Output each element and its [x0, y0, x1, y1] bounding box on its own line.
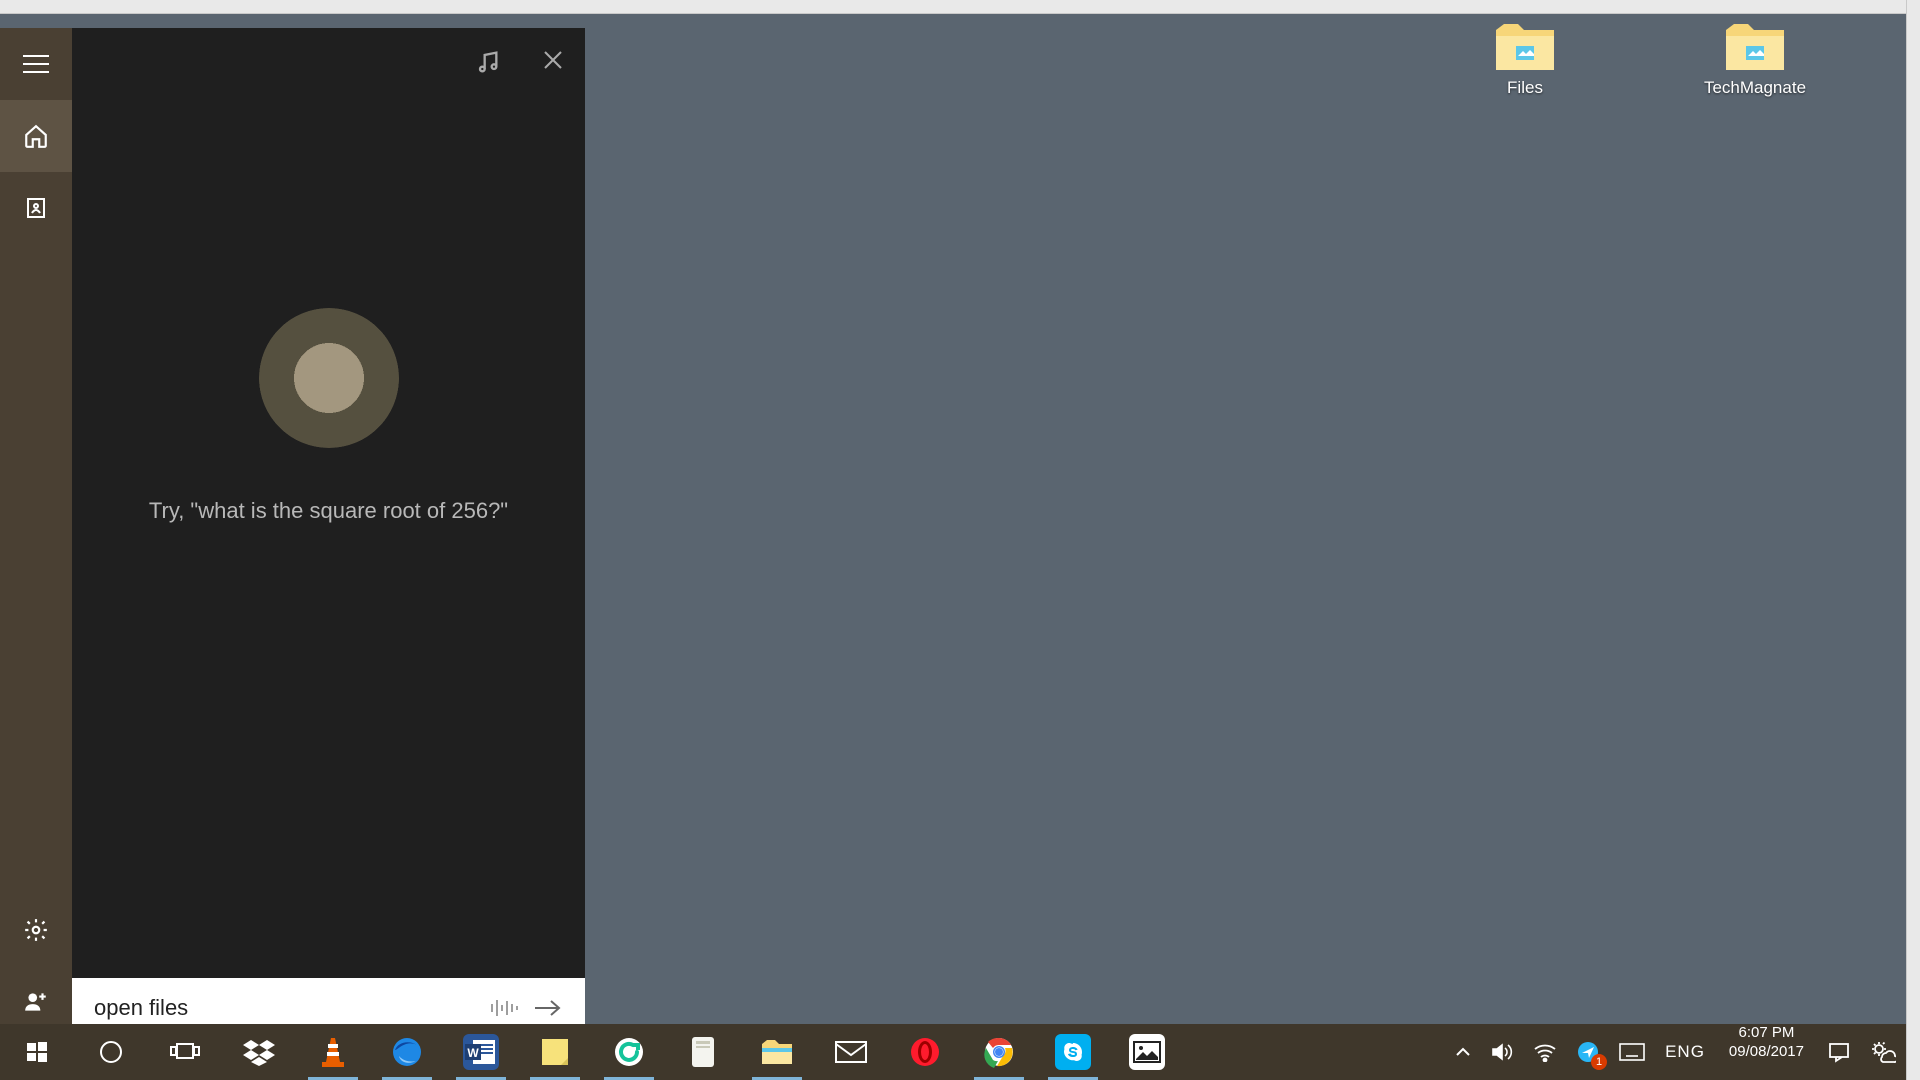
tray-badge: 1 [1591, 1054, 1607, 1070]
edge-taskbar-icon[interactable] [370, 1024, 444, 1080]
taskbar: W [0, 1024, 1906, 1080]
tray-overflow-icon[interactable] [1445, 1024, 1481, 1080]
photos-taskbar-icon[interactable] [1110, 1024, 1184, 1080]
cortana-listening-ring-icon [259, 308, 399, 448]
start-button[interactable] [0, 1024, 74, 1080]
cortana-body: Try, "what is the square root of 256?" [72, 28, 585, 1038]
cortana-panel: Try, "what is the square root of 256?" [0, 28, 585, 1038]
notebook-icon[interactable] [0, 172, 72, 244]
desktop-icon-label: TechMagnate [1700, 78, 1810, 98]
sticky-notes-taskbar-icon[interactable] [518, 1024, 592, 1080]
clock-time: 6:07 PM [1729, 1024, 1804, 1043]
file-explorer-taskbar-icon[interactable] [740, 1024, 814, 1080]
cortana-hint-text: Try, "what is the square root of 256?" [149, 498, 508, 524]
cortana-taskbar-icon[interactable] [74, 1024, 148, 1080]
svg-text:W: W [467, 1046, 479, 1060]
word-taskbar-icon[interactable]: W [444, 1024, 518, 1080]
opera-taskbar-icon[interactable] [888, 1024, 962, 1080]
cortana-rail [0, 28, 72, 1038]
desktop-folder-files[interactable]: Files [1470, 22, 1580, 98]
settings-icon[interactable] [0, 894, 72, 966]
music-search-icon[interactable] [473, 48, 501, 76]
input-language[interactable]: ENG [1655, 1024, 1715, 1080]
waveform-icon [489, 996, 519, 1020]
submit-arrow-icon[interactable] [533, 998, 563, 1018]
browser-scrollbar-area [1906, 0, 1920, 1080]
weather-tray-icon[interactable] [1860, 1024, 1906, 1080]
desktop-folder-techmagnate[interactable]: TechMagnate [1700, 22, 1810, 98]
desktop-icon-label: Files [1470, 78, 1580, 98]
touch-keyboard-icon[interactable] [1609, 1024, 1655, 1080]
chrome-taskbar-icon[interactable] [962, 1024, 1036, 1080]
task-view-icon[interactable] [148, 1024, 222, 1080]
home-icon[interactable] [0, 100, 72, 172]
skype-taskbar-icon[interactable] [1036, 1024, 1110, 1080]
dropbox-taskbar-icon[interactable] [222, 1024, 296, 1080]
browser-tab-strip [0, 0, 1920, 14]
folder-icon [1724, 22, 1786, 72]
folder-icon [1494, 22, 1556, 72]
close-icon[interactable] [541, 48, 565, 76]
taskbar-clock[interactable]: 6:07 PM 09/08/2017 [1715, 1024, 1818, 1080]
location-tray-icon[interactable]: 1 [1567, 1024, 1609, 1080]
desktop[interactable]: Files TechMagnate [0, 14, 1906, 1024]
vlc-taskbar-icon[interactable] [296, 1024, 370, 1080]
mail-taskbar-icon[interactable] [814, 1024, 888, 1080]
wifi-icon[interactable] [1523, 1024, 1567, 1080]
ereader-taskbar-icon[interactable] [666, 1024, 740, 1080]
hamburger-icon[interactable] [0, 28, 72, 100]
action-center-icon[interactable] [1818, 1024, 1860, 1080]
cortana-search-input[interactable] [94, 995, 475, 1021]
grammarly-taskbar-icon[interactable] [592, 1024, 666, 1080]
clock-date: 09/08/2017 [1729, 1043, 1804, 1062]
volume-icon[interactable] [1481, 1024, 1523, 1080]
